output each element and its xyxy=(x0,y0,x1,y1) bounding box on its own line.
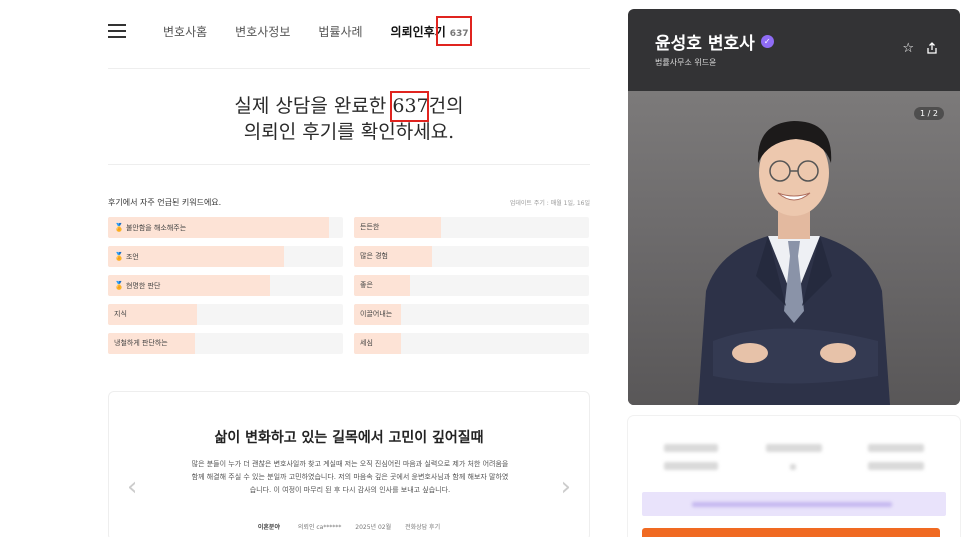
keyword-label: 🏅 조언 xyxy=(114,246,139,267)
review-carousel-card: ‹ › 삶이 변화하고 있는 길목에서 고민이 깊어질때 많은 분들이 누가 더… xyxy=(108,391,590,537)
review-author: 의뢰인 ca****** xyxy=(297,524,342,531)
consult-button[interactable] xyxy=(642,528,940,537)
lawyer-portrait-illustration xyxy=(698,121,890,405)
keyword-list-right: 든든한 많은 경험 좋은 이끌어내는 세심 xyxy=(354,217,589,362)
review-title: 삶이 변화하고 있는 길목에서 고민이 깊어질때 xyxy=(214,430,484,446)
lawyer-photo[interactable]: 1 / 2 xyxy=(628,91,960,405)
keyword-text: 이끌어내는 xyxy=(360,310,393,318)
divider xyxy=(108,68,590,69)
blurred-text xyxy=(692,502,892,507)
keyword-bar: 지식 xyxy=(108,304,343,325)
review-body: 많은 분들이 누가 더 괜찮은 변호사일까 찾고 계실때 저는 오직 진심어린 … xyxy=(191,460,509,494)
keyword-bar: 이끌어내는 xyxy=(354,304,589,325)
blurred-text xyxy=(766,444,822,452)
lawyer-info-card xyxy=(628,416,960,537)
verified-badge-icon: ✓ xyxy=(760,35,774,48)
keyword-bar: 🏅 불안함을 해소해주는 xyxy=(108,217,343,238)
keyword-text: 조언 xyxy=(125,253,139,261)
keywords-header: 후기에서 자주 언급된 키워드에요. 업데이트 주기 : 매월 1일, 16일 xyxy=(108,197,590,208)
lawyer-profile-card: 윤성호 변호사 ✓ 법률사무소 위드윤 ☆ 1 / 2 xyxy=(628,9,960,405)
keywords-title: 후기에서 자주 언급된 키워드에요. xyxy=(108,198,222,207)
menu-icon[interactable] xyxy=(108,24,126,38)
keyword-label: 🏅 현명한 판단 xyxy=(114,275,160,296)
keyword-text: 불안함을 해소해주는 xyxy=(125,224,187,232)
lawyer-name: 윤성호 변호사 ✓ xyxy=(655,29,774,54)
keyword-bar: 세심 xyxy=(354,333,589,354)
keyword-bar: 🏅 조언 xyxy=(108,246,343,267)
lawyer-name-text: 윤성호 변호사 xyxy=(655,34,755,54)
green-medal-icon: 🏅 xyxy=(114,252,124,261)
blurred-text xyxy=(664,462,718,470)
keyword-bar: 많은 경험 xyxy=(354,246,589,267)
headline-line-1: 실제 상담을 완료한 637건의 xyxy=(108,93,590,119)
review-category: 이혼분야 xyxy=(257,524,280,531)
gold-medal-icon: 🏅 xyxy=(114,223,124,232)
review-meta: 이혼분야 의뢰인 ca****** 2025년 02월 전화상담 후기 xyxy=(109,522,589,531)
keyword-text: 현명한 판단 xyxy=(125,282,161,290)
keyword-text: 든든한 xyxy=(360,223,380,231)
keyword-text: 지식 xyxy=(114,310,127,318)
keyword-text: 좋은 xyxy=(360,281,373,289)
chevron-right-icon[interactable]: › xyxy=(561,474,571,500)
headline-prefix: 실제 상담을 완료한 xyxy=(234,95,393,117)
divider xyxy=(108,164,590,165)
review-date: 2025년 02월 xyxy=(355,524,392,531)
blurred-text xyxy=(868,462,924,470)
review-type: 전화상담 후기 xyxy=(405,524,441,531)
tab-lawyer-info[interactable]: 변호사정보 xyxy=(235,23,290,40)
bronze-medal-icon: 🏅 xyxy=(114,281,124,290)
tab-lawyer-home[interactable]: 변호사홈 xyxy=(163,23,207,40)
keyword-list-left: 🏅 불안함을 해소해주는 🏅 조언 🏅 현명한 판단 지식 냉철하게 판단하는 xyxy=(108,217,343,362)
star-icon[interactable]: ☆ xyxy=(902,41,914,56)
keyword-label: 🏅 불안함을 해소해주는 xyxy=(114,217,186,238)
headline-line-2: 의뢰인 후기를 확인하세요. xyxy=(243,121,455,143)
keyword-bar: 든든한 xyxy=(354,217,589,238)
keyword-bar: 냉철하게 판단하는 xyxy=(108,333,343,354)
share-icon[interactable] xyxy=(926,42,938,54)
photo-counter: 1 / 2 xyxy=(914,107,944,120)
keyword-bar: 🏅 현명한 판단 xyxy=(108,275,343,296)
headline-suffix: 건의 xyxy=(428,95,464,117)
blurred-text xyxy=(664,444,718,452)
chevron-left-icon[interactable]: ‹ xyxy=(127,474,137,500)
keyword-bar: 좋은 xyxy=(354,275,589,296)
page-headline: 실제 상담을 완료한 637건의 의뢰인 후기를 확인하세요. xyxy=(108,93,590,145)
blurred-text xyxy=(868,444,924,452)
law-firm-name: 법률사무소 위드윤 xyxy=(655,58,717,67)
blurred-text xyxy=(790,464,796,470)
keyword-text: 많은 경험 xyxy=(360,252,388,260)
highlight-box-tab-count xyxy=(436,16,472,46)
keyword-text: 냉철하게 판단하는 xyxy=(114,339,168,347)
keyword-text: 세심 xyxy=(360,339,373,347)
lawyer-nav: 변호사홈 변호사정보 법률사례 의뢰인후기 637 xyxy=(108,14,590,48)
tab-legal-cases[interactable]: 법률사례 xyxy=(318,23,362,40)
keywords-update-note: 업데이트 주기 : 매월 1일, 16일 xyxy=(509,200,590,207)
highlight-box-headline-count xyxy=(390,91,429,122)
